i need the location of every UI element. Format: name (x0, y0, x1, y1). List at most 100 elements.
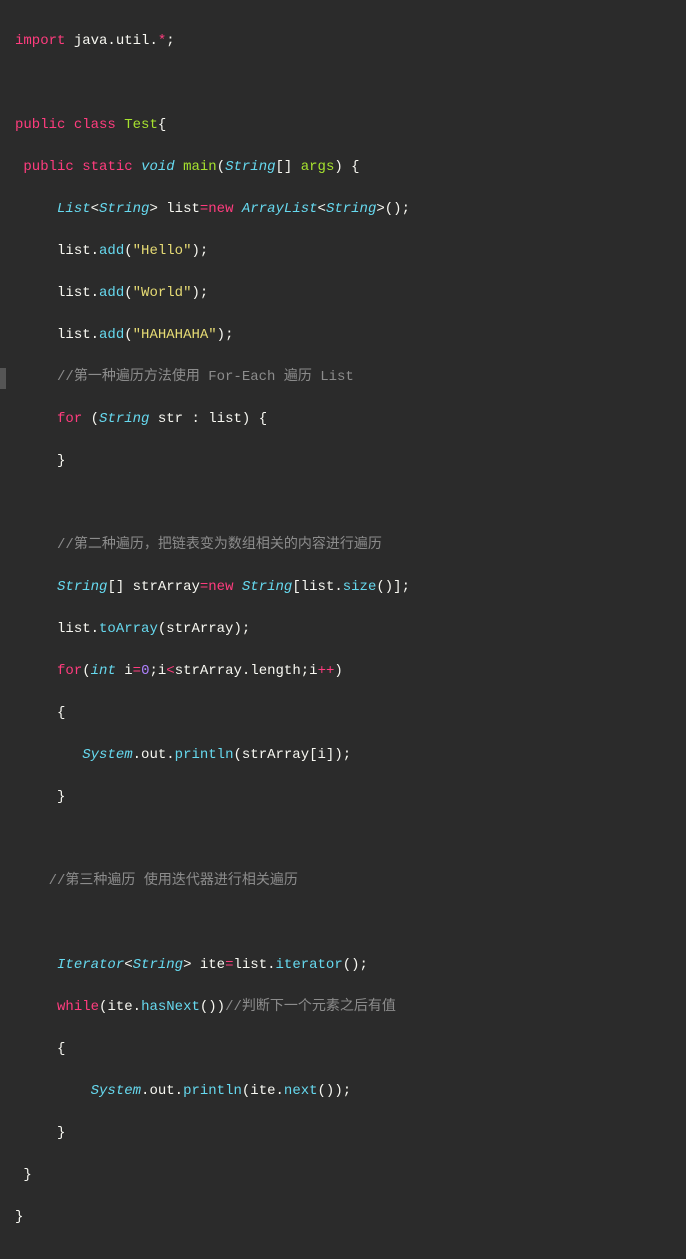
code-editor[interactable]: import java.util.*; public class Test{ p… (0, 0, 686, 1259)
method: add (99, 285, 124, 301)
brace: { (57, 705, 65, 721)
text (65, 33, 73, 49)
brace: { (57, 1041, 65, 1057)
comment: //第二种遍历，把链表变为数组相关的内容进行遍历 (57, 537, 382, 553)
code-line[interactable]: import java.util.*; (15, 31, 671, 52)
code-line[interactable]: } (15, 1123, 671, 1144)
code-line[interactable]: Iterator<String> ite=list.iterator(); (15, 955, 671, 976)
type: String (225, 159, 275, 175)
brace: } (15, 1167, 32, 1183)
brace: } (57, 789, 65, 805)
method-name: main (183, 159, 217, 175)
var: strArray (133, 579, 200, 595)
class-name: Test (124, 117, 158, 133)
code-line[interactable]: String[] strArray=new String[list.size()… (15, 577, 671, 598)
code-line[interactable]: list.toArray(strArray); (15, 619, 671, 640)
field: out (141, 747, 166, 763)
var: ite (250, 1083, 275, 1099)
type: String (57, 579, 107, 595)
keyword-class: class (74, 117, 116, 133)
code-line[interactable]: for (String str : list) { (15, 409, 671, 430)
code-line[interactable] (15, 829, 671, 850)
class: System (82, 747, 132, 763)
keyword-void: void (141, 159, 175, 175)
param-name: args (301, 159, 335, 175)
field: out (149, 1083, 174, 1099)
code-line[interactable] (15, 73, 671, 94)
method: hasNext (141, 999, 200, 1015)
code-line[interactable]: System.out.println(ite.next()); (15, 1081, 671, 1102)
type: List (57, 201, 91, 217)
code-line[interactable]: { (15, 1039, 671, 1060)
type: Iterator (57, 957, 124, 973)
brackets: [] (276, 159, 301, 175)
method: size (343, 579, 377, 595)
wildcard: * (158, 33, 166, 49)
code-line[interactable]: System.out.println(strArray[i]); (15, 745, 671, 766)
keyword-import: import (15, 33, 65, 49)
string-literal: "HAHAHAHA" (133, 327, 217, 343)
code-line[interactable]: } (15, 1165, 671, 1186)
code-line[interactable]: list.add("World"); (15, 283, 671, 304)
comment: //第三种遍历 使用迭代器进行相关遍历 (49, 873, 298, 889)
code-line[interactable]: //第三种遍历 使用迭代器进行相关遍历 (15, 871, 671, 892)
code-line[interactable]: public class Test{ (15, 115, 671, 136)
code-line[interactable]: //第二种遍历，把链表变为数组相关的内容进行遍历 (15, 535, 671, 556)
code-line[interactable]: List<String> list=new ArrayList<String>(… (15, 199, 671, 220)
paren: ) { (334, 159, 359, 175)
var: i (124, 663, 132, 679)
brace: } (15, 1209, 23, 1225)
type: String (242, 579, 292, 595)
keyword-new: new (208, 201, 233, 217)
code-line[interactable]: } (15, 451, 671, 472)
string-literal: "World" (133, 285, 192, 301)
arg: strArray (166, 621, 233, 637)
var: list (57, 285, 91, 301)
keyword-public: public (23, 159, 73, 175)
type: String (99, 411, 149, 427)
var: list (57, 243, 91, 259)
method: add (99, 327, 124, 343)
string-literal: "Hello" (133, 243, 192, 259)
var: strArray (175, 663, 242, 679)
code-line[interactable]: list.add("Hello"); (15, 241, 671, 262)
code-line[interactable]: list.add("HAHAHAHA"); (15, 325, 671, 346)
code-line[interactable]: public static void main(String[] args) { (15, 157, 671, 178)
brace: { (158, 117, 166, 133)
var: ite (200, 957, 225, 973)
method: println (175, 747, 234, 763)
code-line[interactable]: } (15, 1207, 671, 1228)
paren: ( (217, 159, 225, 175)
var: list (57, 327, 91, 343)
var: list (234, 957, 268, 973)
brace: } (57, 1125, 65, 1141)
comment: //判断下一个元素之后有值 (225, 999, 396, 1015)
method: add (99, 243, 124, 259)
keyword-while: while (57, 999, 99, 1015)
code-line[interactable]: while(ite.hasNext())//判断下一个元素之后有值 (15, 997, 671, 1018)
keyword-new: new (208, 579, 233, 595)
generic-type: String (326, 201, 376, 217)
var: list (301, 579, 335, 595)
type: ArrayList (242, 201, 318, 217)
type: int (91, 663, 116, 679)
keyword-for: for (57, 411, 82, 427)
var: ite (107, 999, 132, 1015)
code-line[interactable] (15, 493, 671, 514)
code-line[interactable]: for(int i=0;i<strArray.length;i++) (15, 661, 671, 682)
keyword-for: for (57, 663, 82, 679)
generic-type: String (133, 957, 183, 973)
method: next (284, 1083, 318, 1099)
brace: } (57, 453, 65, 469)
keyword-public: public (15, 117, 65, 133)
class: System (91, 1083, 141, 1099)
generic-type: String (99, 201, 149, 217)
method: println (183, 1083, 242, 1099)
code-line[interactable] (15, 913, 671, 934)
code-line[interactable]: } (15, 787, 671, 808)
comment: //第一种遍历方法使用 For-Each 遍历 List (57, 369, 354, 385)
cursor-indicator (0, 368, 6, 389)
method: iterator (276, 957, 343, 973)
code-line[interactable]: { (15, 703, 671, 724)
code-line[interactable]: //第一种遍历方法使用 For-Each 遍历 List (15, 367, 671, 388)
